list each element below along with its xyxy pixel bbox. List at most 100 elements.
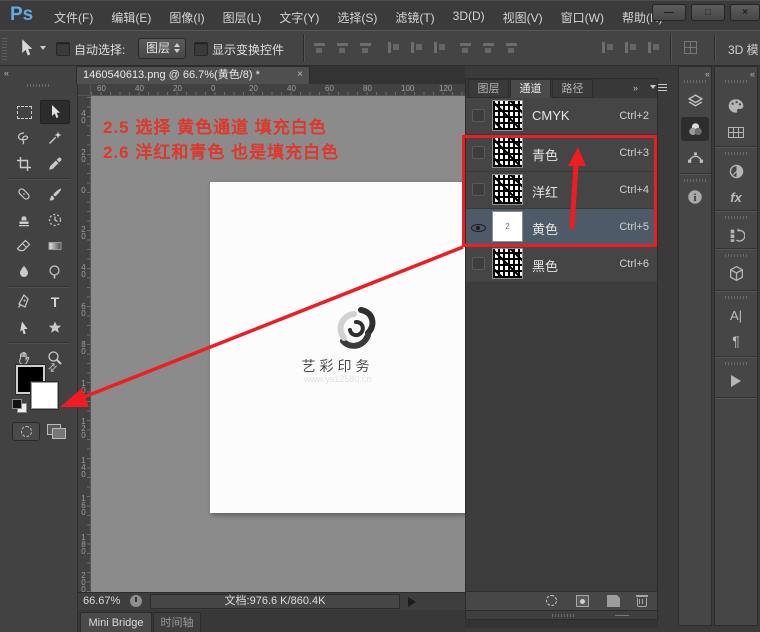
tab-mini-bridge[interactable]: Mini Bridge: [80, 612, 152, 632]
minimize-button[interactable]: —: [652, 4, 686, 21]
type-tool[interactable]: T: [40, 290, 70, 314]
show-transform-checkbox[interactable]: [194, 42, 208, 56]
menu-window[interactable]: 窗口(W): [561, 9, 604, 26]
menu-edit[interactable]: 编辑(E): [111, 9, 151, 26]
align-hcenter-icon[interactable]: [409, 41, 424, 54]
tab-channels[interactable]: 通道: [510, 79, 551, 98]
menu-file[interactable]: 文件(F): [54, 9, 93, 26]
dock-grip[interactable]: [725, 80, 747, 83]
tab-paths[interactable]: 路径: [552, 79, 593, 98]
document-tab[interactable]: × 1460540613.png @ 66.7%(黄色/8) *: [76, 66, 310, 84]
menu-image[interactable]: 图像(I): [169, 9, 204, 26]
layers-panel-icon[interactable]: [679, 89, 711, 113]
distribute-top-icon[interactable]: [459, 41, 474, 54]
dock-grip[interactable]: [725, 296, 747, 299]
workspace-3d-label[interactable]: 3D 模: [728, 41, 759, 58]
pen-tool[interactable]: [9, 290, 39, 314]
tab-timeline[interactable]: 时间轴: [153, 612, 201, 632]
distribute-hcenter-icon[interactable]: [623, 41, 638, 54]
info-panel-icon[interactable]: i: [679, 185, 711, 209]
background-color-swatch[interactable]: [31, 382, 58, 409]
path-selection-tool[interactable]: [9, 316, 39, 340]
styles-panel-icon[interactable]: fx: [715, 185, 757, 209]
channel-row-black[interactable]: 黑色 Ctrl+6: [466, 246, 657, 283]
clone-stamp-tool[interactable]: [9, 208, 39, 232]
dock-grip[interactable]: [725, 362, 747, 365]
panel-resize-grip[interactable]: [465, 610, 658, 620]
zoom-level[interactable]: 66.67%: [83, 595, 120, 607]
dock-grip[interactable]: [684, 179, 706, 182]
actions-panel-icon[interactable]: [715, 369, 757, 393]
delete-channel-icon[interactable]: [637, 598, 647, 607]
adjustments-panel-icon[interactable]: [715, 159, 757, 183]
custom-shape-tool[interactable]: [40, 316, 70, 340]
auto-select-dropdown[interactable]: 图层: [138, 38, 186, 59]
collapse-dock-icon[interactable]: «: [705, 69, 708, 79]
menu-select[interactable]: 选择(S): [337, 9, 377, 26]
color-panel-icon[interactable]: [715, 94, 757, 118]
paths-panel-icon[interactable]: [679, 145, 711, 169]
collapse-dock-icon[interactable]: «: [750, 69, 753, 79]
panel-collapse-icon[interactable]: »: [633, 83, 636, 93]
dock-grip[interactable]: [684, 80, 706, 83]
close-button[interactable]: ×: [730, 4, 760, 21]
align-vcenter-icon[interactable]: [336, 41, 351, 54]
visibility-toggle[interactable]: [472, 109, 485, 122]
distribute-left-icon[interactable]: [600, 41, 615, 54]
eraser-tool[interactable]: [9, 234, 39, 258]
distribute-bottom-icon[interactable]: [505, 41, 520, 54]
document-page[interactable]: 艺彩印务 www.ys12580.cn: [210, 182, 465, 513]
default-colors-icon[interactable]: [12, 399, 28, 413]
collapse-tools-icon[interactable]: «: [4, 68, 7, 78]
tools-panel-grip[interactable]: [27, 84, 51, 87]
magic-wand-tool[interactable]: [40, 126, 70, 150]
align-left-icon[interactable]: [386, 41, 401, 54]
3d-panel-icon[interactable]: [715, 261, 757, 285]
distribute-right-icon[interactable]: [646, 41, 661, 54]
canvas[interactable]: 艺彩印务 www.ys12580.cn: [91, 96, 465, 592]
align-top-icon[interactable]: [313, 41, 328, 54]
healing-brush-tool[interactable]: [9, 182, 39, 206]
history-brush-tool[interactable]: [40, 208, 70, 232]
options-bar-grip[interactable]: [2, 36, 7, 60]
move-tool[interactable]: [40, 100, 70, 124]
brush-tool[interactable]: [40, 182, 70, 206]
tab-close-icon[interactable]: ×: [297, 67, 303, 83]
character-panel-icon[interactable]: A|: [715, 303, 757, 327]
eyedropper-tool[interactable]: [40, 152, 70, 176]
crop-tool[interactable]: [9, 152, 39, 176]
menu-3d[interactable]: 3D(D): [453, 9, 485, 26]
history-panel-icon[interactable]: [715, 223, 757, 247]
menu-view[interactable]: 视图(V): [503, 9, 543, 26]
save-selection-icon[interactable]: [576, 595, 589, 607]
panel-menu-icon[interactable]: [650, 82, 668, 93]
auto-select-checkbox[interactable]: [56, 42, 70, 56]
menu-layer[interactable]: 图层(L): [223, 9, 262, 26]
swatches-panel-icon[interactable]: [715, 120, 757, 144]
new-channel-icon[interactable]: [607, 595, 620, 607]
align-bottom-icon[interactable]: [359, 41, 374, 54]
gradient-tool[interactable]: [40, 234, 70, 258]
align-right-icon[interactable]: [432, 41, 447, 54]
dock-grip[interactable]: [725, 216, 747, 219]
screen-mode-button[interactable]: [44, 422, 70, 439]
dock-grip[interactable]: [725, 152, 747, 155]
status-options-arrow-icon[interactable]: [408, 597, 416, 607]
load-selection-icon[interactable]: [546, 595, 557, 606]
paragraph-panel-icon[interactable]: ¶: [715, 329, 757, 353]
channel-row-cmyk[interactable]: CMYK Ctrl+2: [466, 98, 657, 135]
maximize-button[interactable]: □: [691, 4, 725, 21]
lasso-tool[interactable]: [9, 126, 39, 150]
distribute-vcenter-icon[interactable]: [482, 41, 497, 54]
menu-filter[interactable]: 滤镜(T): [395, 9, 434, 26]
quick-mask-button[interactable]: [12, 422, 40, 441]
visibility-toggle[interactable]: [472, 257, 485, 270]
tab-layers[interactable]: 图层: [468, 79, 509, 98]
menu-type[interactable]: 文字(Y): [279, 9, 319, 26]
rect-marquee-tool[interactable]: [9, 100, 39, 124]
auto-align-icon[interactable]: [684, 41, 697, 54]
dodge-tool[interactable]: [40, 260, 70, 284]
channels-panel-icon[interactable]: [681, 117, 709, 141]
tool-preset-caret-icon[interactable]: [40, 46, 46, 50]
blur-tool[interactable]: [9, 260, 39, 284]
